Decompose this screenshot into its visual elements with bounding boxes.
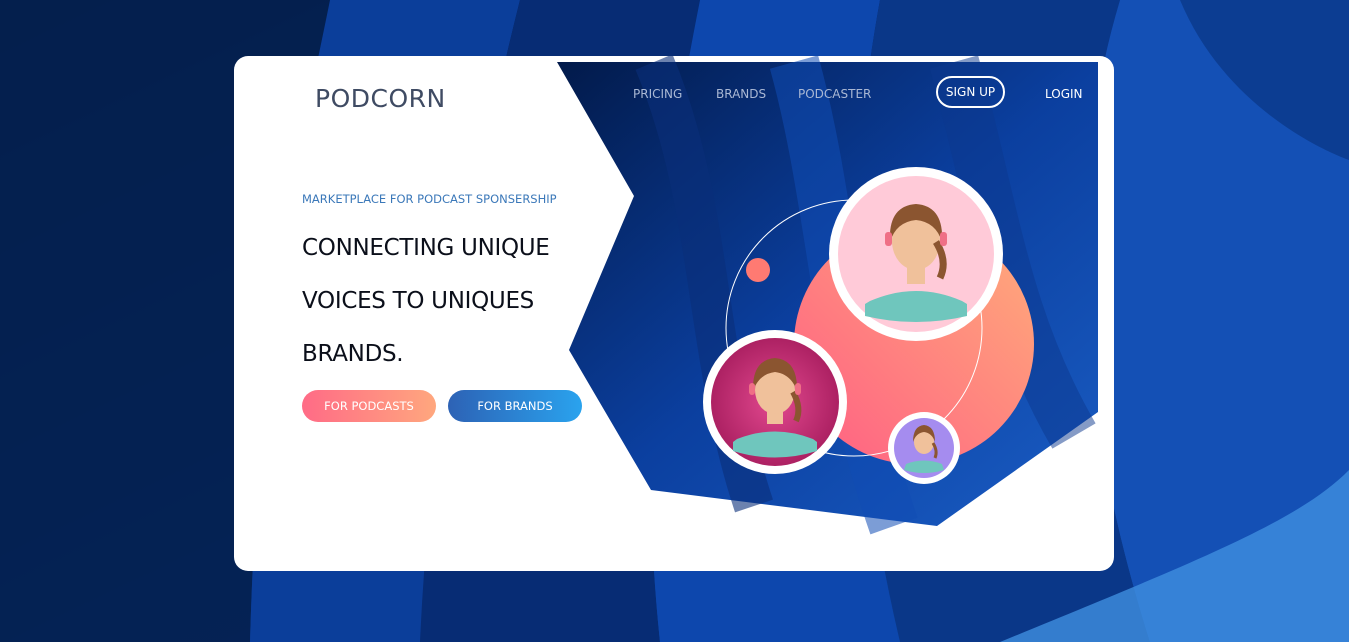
avatar-large-icon bbox=[829, 167, 1003, 341]
avatar-small-icon bbox=[888, 412, 960, 484]
headline-line: VOICES TO UNIQUES bbox=[302, 288, 534, 314]
for-brands-button[interactable]: FOR BRANDS bbox=[448, 390, 582, 422]
login-link[interactable]: LOGIN bbox=[1045, 87, 1083, 101]
nav-item-podcaster[interactable]: PODCASTER bbox=[798, 87, 871, 101]
headline-line: BRANDS. bbox=[302, 341, 404, 367]
hero-card: PODCORN PRICING BRANDS PODCASTER SIGN UP… bbox=[234, 56, 1114, 571]
signup-button[interactable]: SIGN UP bbox=[936, 76, 1005, 108]
hero-eyebrow: MARKETPLACE FOR PODCAST SPONSERSHIP bbox=[302, 192, 557, 206]
nav-item-pricing[interactable]: PRICING bbox=[633, 87, 682, 101]
brand-logo[interactable]: PODCORN bbox=[315, 84, 446, 113]
for-podcasts-button[interactable]: FOR PODCASTS bbox=[302, 390, 436, 422]
avatar-medium-icon bbox=[703, 330, 847, 474]
hero-headline: CONNECTING UNIQUE VOICES TO UNIQUES BRAN… bbox=[302, 222, 602, 381]
headline-line: CONNECTING UNIQUE bbox=[302, 235, 550, 261]
nav-item-brands[interactable]: BRANDS bbox=[716, 87, 766, 101]
